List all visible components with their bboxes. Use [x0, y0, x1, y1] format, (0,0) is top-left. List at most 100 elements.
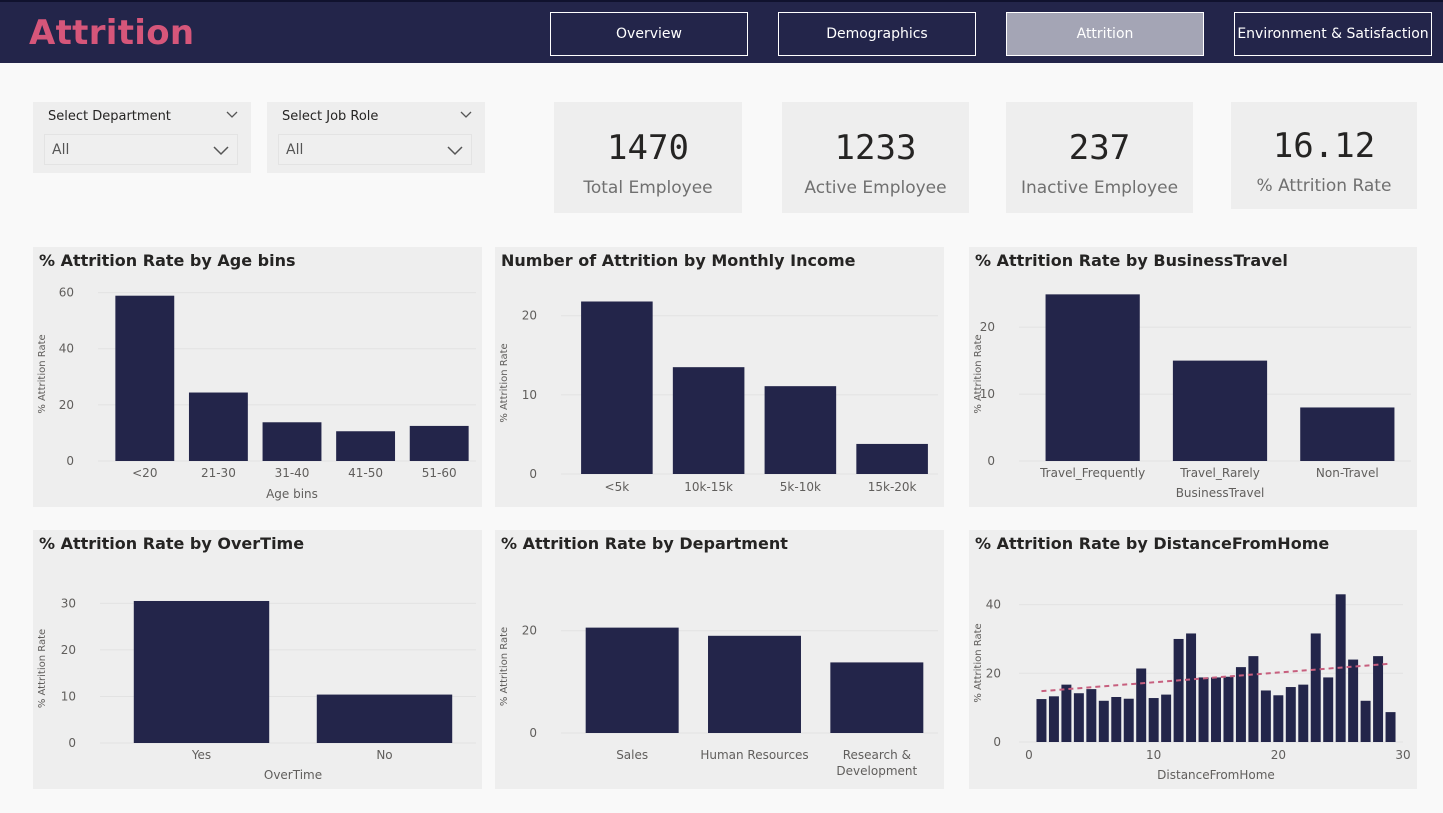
bar: [336, 431, 396, 461]
bar: [1045, 294, 1140, 461]
nav-button-demographics[interactable]: Demographics: [777, 11, 977, 57]
bar: [1186, 633, 1197, 742]
chart-attrition-by-overtime: % Attrition Rate by OverTime 0 10 20 30% At…: [33, 530, 482, 789]
chart-plot: 0 20 % Attrition Rate Sales Human Resources R…: [499, 624, 938, 778]
bar: [1148, 698, 1159, 742]
chevron-down-icon[interactable]: [226, 110, 238, 120]
y-axis-title: % Attrition Rate: [37, 629, 48, 708]
bar: [1173, 638, 1184, 742]
bar: [316, 694, 453, 743]
y-axis-title: % Attrition Rate: [37, 334, 48, 413]
x-tick-label: 10: [1146, 748, 1161, 762]
y-tick-label: 40: [986, 598, 1001, 612]
bar: [581, 301, 653, 474]
bar: [1373, 656, 1384, 742]
x-axis-title: DistanceFromHome: [1157, 768, 1275, 782]
chart-attrition-by-distance: % Attrition Rate by DistanceFromHome 0 20…: [969, 530, 1417, 789]
y-tick-label: 20: [980, 320, 995, 334]
kpi-label: Active Employee: [804, 178, 947, 198]
bar: [1285, 687, 1296, 742]
slicer-label: Select Department: [48, 109, 171, 124]
x-tick-label: <5k: [605, 480, 630, 494]
bar: [1048, 696, 1059, 742]
x-tick-label: 0: [1025, 748, 1033, 762]
bar: [1323, 677, 1334, 742]
kpi-active-employee: 1233 Active Employee: [782, 102, 969, 213]
y-tick-label: 20: [986, 666, 1001, 680]
bar: [1172, 360, 1268, 461]
bar: [1298, 684, 1309, 742]
x-tick-label: 30: [1395, 748, 1410, 762]
y-tick-label: 0: [68, 736, 76, 750]
chevron-down-icon[interactable]: [460, 110, 472, 120]
y-tick-label: 60: [59, 286, 74, 300]
job-role-dropdown[interactable]: All: [278, 134, 472, 165]
x-tick-label: Travel_Frequently: [1039, 466, 1145, 480]
x-tick-label: 21-30: [201, 466, 236, 480]
bar: [1073, 693, 1084, 742]
x-tick-label: Non-Travel: [1316, 466, 1379, 480]
bar: [1098, 700, 1109, 742]
bar: [1223, 676, 1234, 742]
nav-button-attrition[interactable]: Attrition: [1005, 11, 1205, 57]
y-axis-title: % Attrition Rate: [499, 343, 510, 422]
slicer-label: Select Job Role: [282, 109, 379, 124]
bar: [1161, 694, 1172, 742]
bar: [1360, 700, 1371, 742]
bar: [1198, 677, 1209, 742]
chart-plot: 0 20 40% Attrition Rate 0 10 20 30 DistanceFrom…: [973, 594, 1411, 782]
y-tick-label: 0: [66, 454, 74, 468]
x-tick-label: Travel_Rarely: [1179, 466, 1260, 480]
department-slicer: Select Department All: [33, 102, 251, 173]
bar: [708, 635, 801, 733]
kpi-label: Total Employee: [583, 178, 713, 198]
y-tick-label: 20: [522, 624, 537, 638]
bar: [856, 443, 928, 474]
job-role-slicer: Select Job Role All: [267, 102, 485, 173]
y-tick-label: 20: [59, 398, 74, 412]
kpi-value: 16.12: [1272, 126, 1376, 166]
x-tick-label: Sales: [616, 748, 648, 762]
x-tick-label: Research & Development: [836, 748, 917, 778]
x-axis-title: OverTime: [264, 768, 322, 782]
kpi-label: Inactive Employee: [1020, 178, 1179, 198]
chevron-down-icon: [447, 146, 463, 156]
y-tick-label: 10: [522, 388, 537, 402]
kpi-value: 1470: [607, 128, 689, 168]
y-tick-label: 30: [61, 596, 76, 610]
bar: [262, 422, 322, 461]
bar: [188, 392, 248, 461]
department-dropdown[interactable]: All: [44, 134, 238, 165]
bar: [1385, 712, 1396, 742]
nav-button-overview[interactable]: Overview: [549, 11, 749, 57]
y-axis-title: % Attrition Rate: [499, 627, 510, 706]
x-tick-label: Human Resources: [700, 748, 808, 762]
nav-button-environment-satisfaction[interactable]: Environment & Satisfaction: [1233, 11, 1433, 57]
x-tick-label: Yes: [191, 748, 211, 762]
x-axis-title: BusinessTravel: [1176, 486, 1265, 500]
kpi-label: % Attrition Rate: [1256, 176, 1392, 196]
x-tick-label: 51-60: [422, 466, 457, 480]
x-tick-label: 5k-10k: [780, 480, 821, 494]
bar: [1036, 699, 1047, 742]
bar: [1211, 677, 1221, 742]
bar: [1111, 697, 1122, 742]
dropdown-value: All: [286, 142, 304, 158]
chart-plot: 0 20 40 60 % Attrition Rate <20 21-30 31-40 41-5…: [37, 286, 476, 501]
chart-plot: 01020% Attrition RateTravel_Frequently Tr…: [973, 294, 1411, 500]
kpi-value: 237: [1068, 128, 1131, 168]
bar: [672, 367, 745, 474]
bar: [1273, 695, 1284, 742]
y-tick-label: 0: [987, 454, 995, 468]
bar: [409, 425, 469, 461]
chart-attrition-by-age: % Attrition Rate by Age bins 0 20 40 60% At…: [33, 247, 482, 507]
chart-attrition-by-business-travel: % Attrition Rate by BusinessTravel 0 10 20…: [969, 247, 1417, 507]
y-axis-title: % Attrition Rate: [973, 623, 984, 702]
bar: [1260, 690, 1271, 742]
x-tick-label: 10k-15k: [684, 480, 733, 494]
kpi-value: 1233: [834, 128, 917, 168]
y-tick-label: 0: [529, 467, 537, 481]
bar: [1086, 689, 1097, 742]
bar: [1061, 684, 1072, 742]
x-tick-label: No: [376, 748, 392, 762]
